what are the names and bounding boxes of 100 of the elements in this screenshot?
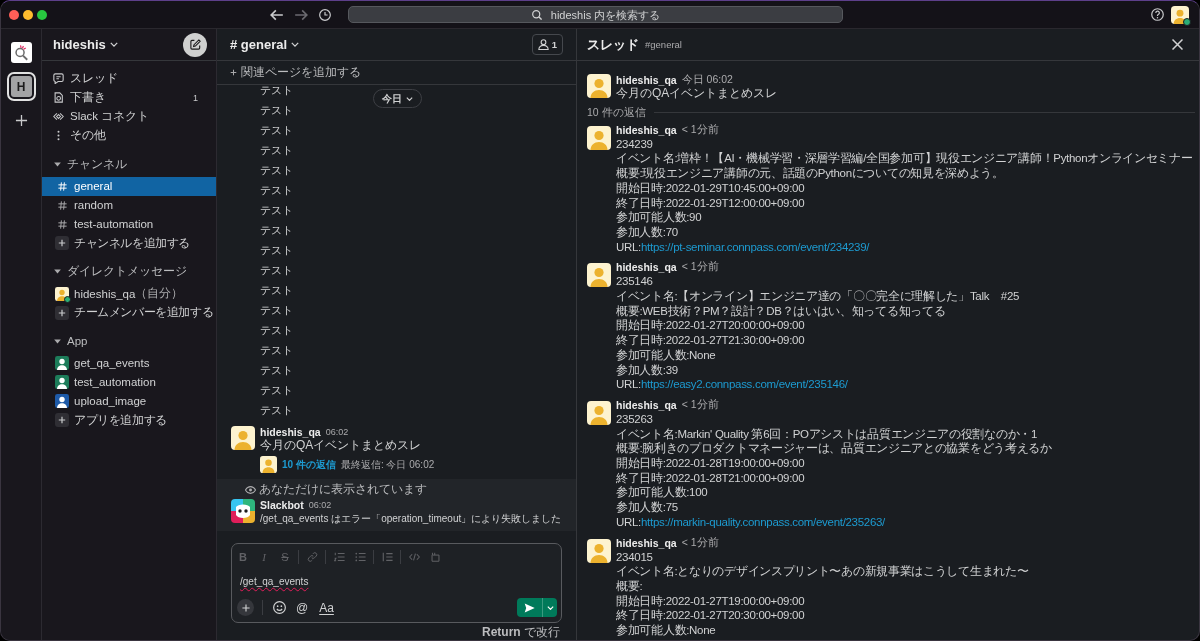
caret-down-icon	[406, 96, 413, 101]
app-item[interactable]: test_automation	[42, 372, 216, 392]
text-format-button[interactable]: Aa	[316, 599, 337, 616]
sidebar-item[interactable]: その他	[42, 126, 216, 145]
app-item[interactable]: upload_image	[42, 391, 216, 411]
channel-item[interactable]: general	[42, 176, 216, 196]
send-options-button[interactable]	[542, 598, 557, 617]
message-time[interactable]: < 1分前	[681, 535, 719, 550]
user-avatar-icon[interactable]	[1171, 5, 1189, 24]
message-text: テスト	[260, 343, 293, 358]
plus-icon[interactable]	[14, 114, 28, 127]
author-name[interactable]: hideshis_qa	[260, 426, 321, 438]
caret-down-icon	[109, 42, 118, 47]
message-time[interactable]: 06:02	[325, 427, 349, 437]
section-header[interactable]: ダイレクトメッセージ	[42, 262, 187, 281]
message-time[interactable]: < 1分前	[681, 260, 719, 275]
eye-icon	[245, 485, 256, 494]
message-text: テスト	[260, 163, 293, 178]
author-name[interactable]: hideshis_qa	[616, 73, 677, 86]
plus-square-icon	[55, 413, 69, 427]
author-name[interactable]: Slackbot	[260, 499, 304, 511]
direct-message-item[interactable]: hideshis_qa（自分）	[42, 284, 216, 303]
message-text: テスト	[260, 303, 293, 318]
attach-button[interactable]	[237, 599, 254, 616]
message-text: 参加人数:70	[616, 224, 678, 240]
hash-icon	[57, 200, 67, 210]
message-text: 概要:WEB技術？PM？設計？DB？はいはい、知ってる知ってる	[616, 303, 946, 319]
app-item[interactable]: get_qa_events	[42, 353, 216, 373]
sidebar-item[interactable]: スレッド	[42, 69, 216, 88]
plus-square-icon	[55, 305, 69, 320]
sidebar-item[interactable]: Slack コネクト	[42, 107, 216, 126]
add-item-button[interactable]: チームメンバーを追加する	[42, 303, 216, 322]
close-button[interactable]	[1171, 38, 1184, 51]
send-button[interactable]	[517, 598, 542, 617]
channel-title-button[interactable]: # general	[230, 37, 300, 52]
window-close-button[interactable]	[9, 9, 19, 20]
message-text: イベント名:Markin' Quality 第6回：POアシストは品質エンジニアの役割なのか・1	[616, 426, 1038, 442]
user-avatar-icon[interactable]	[587, 125, 611, 150]
message-time[interactable]: 今日 06:02	[681, 72, 733, 87]
message-text: /get_qa_events はエラー「operation_timeout」により失敗しました	[260, 512, 562, 526]
message-text: 概要:現役エンジニア講師の元、話題のPythonについての知見を深めよう。	[616, 166, 1004, 181]
message-time[interactable]: 06:02	[308, 500, 332, 510]
message-text: 参加可能人数:None	[616, 347, 716, 363]
message-text: 235146	[616, 274, 653, 290]
compose-button[interactable]	[183, 32, 207, 57]
user-avatar-icon	[260, 456, 277, 473]
forward-arrow-icon[interactable]	[294, 8, 308, 21]
add-bookmark-button[interactable]: 関連ページを追加する	[230, 64, 361, 81]
workspace-button[interactable]: H	[6, 72, 36, 101]
channel-item[interactable]: test-automation	[42, 214, 216, 234]
user-avatar-icon[interactable]	[587, 538, 611, 563]
history-clock-icon[interactable]	[318, 8, 332, 21]
channel-label[interactable]: #general	[645, 39, 682, 50]
message-text: 開始日時:2022-01-27T20:00:00+09:00	[616, 318, 805, 334]
paper-plane-icon	[524, 602, 535, 613]
mention-button[interactable]: @	[293, 599, 312, 616]
author-name[interactable]: hideshis_qa	[616, 536, 677, 549]
search-icon	[532, 10, 542, 20]
author-name[interactable]: hideshis_qa	[616, 123, 677, 136]
channel-item[interactable]: random	[42, 195, 216, 215]
message-time[interactable]: < 1分前	[681, 397, 719, 412]
members-button[interactable]: 1	[531, 34, 563, 55]
message-text: テスト	[260, 123, 293, 138]
add-item-button[interactable]: チャンネルを追加する	[42, 233, 216, 253]
message-text: 開始日時:2022-01-28T19:00:00+09:00	[616, 456, 805, 471]
caret-down-icon	[291, 42, 300, 47]
window-minimize-button[interactable]	[23, 9, 33, 20]
user-avatar-icon[interactable]	[587, 400, 611, 425]
replies-link[interactable]: 10 件の返信	[282, 457, 336, 472]
bot-avatar-icon[interactable]	[231, 499, 255, 523]
message-text: イベント名:増枠！【AI・機械学習・深層学習編/全国参加可】現役エンジニア講師！Pythonオンラインセミナー	[616, 151, 1193, 167]
event-link[interactable]: https://markin-quality.connpass.com/event/235263/	[641, 515, 885, 528]
workspace-menu-button[interactable]: hideshis	[53, 37, 118, 52]
last-reply-text: 最終返信: 今日 06:02	[340, 457, 435, 472]
section-header[interactable]: App	[42, 331, 88, 351]
message-input[interactable]: /get_qa_events	[232, 570, 561, 593]
author-name[interactable]: hideshis_qa	[616, 261, 677, 274]
message-text: テスト	[260, 203, 293, 218]
window-zoom-button[interactable]	[37, 9, 47, 20]
author-name[interactable]: hideshis_qa	[616, 398, 677, 411]
bulleted-list-icon	[354, 552, 366, 562]
message-text: 234239	[616, 136, 653, 152]
message-text: URL:https://easy2.connpass.com/event/235146/	[616, 377, 848, 392]
code-block-icon	[429, 552, 441, 562]
event-link[interactable]: https://pt-seminar.connpass.com/event/234239/	[641, 240, 870, 253]
plus-square-icon	[55, 236, 69, 250]
search-field[interactable]: hideshis 内を検索する	[348, 6, 843, 23]
user-avatar-icon[interactable]	[587, 263, 611, 288]
event-link[interactable]: https://easy2.connpass.com/event/235146/	[641, 378, 848, 391]
help-icon[interactable]	[1151, 8, 1164, 21]
message-text: イベント名:【オンライン】エンジニア達の「〇〇完全に理解した」Talk #25	[616, 289, 1020, 304]
quote-bar-icon	[381, 552, 393, 562]
message-text: 参加人数:75	[616, 500, 678, 515]
section-header[interactable]: チャンネル	[42, 154, 127, 174]
back-arrow-icon[interactable]	[270, 8, 284, 21]
emoji-button[interactable]	[271, 599, 288, 616]
date-button[interactable]: 今日	[373, 89, 422, 108]
add-item-button[interactable]: アプリを追加する	[42, 410, 216, 430]
message-time[interactable]: < 1分前	[681, 122, 719, 137]
sidebar-item[interactable]: 下書き 1	[42, 88, 216, 107]
